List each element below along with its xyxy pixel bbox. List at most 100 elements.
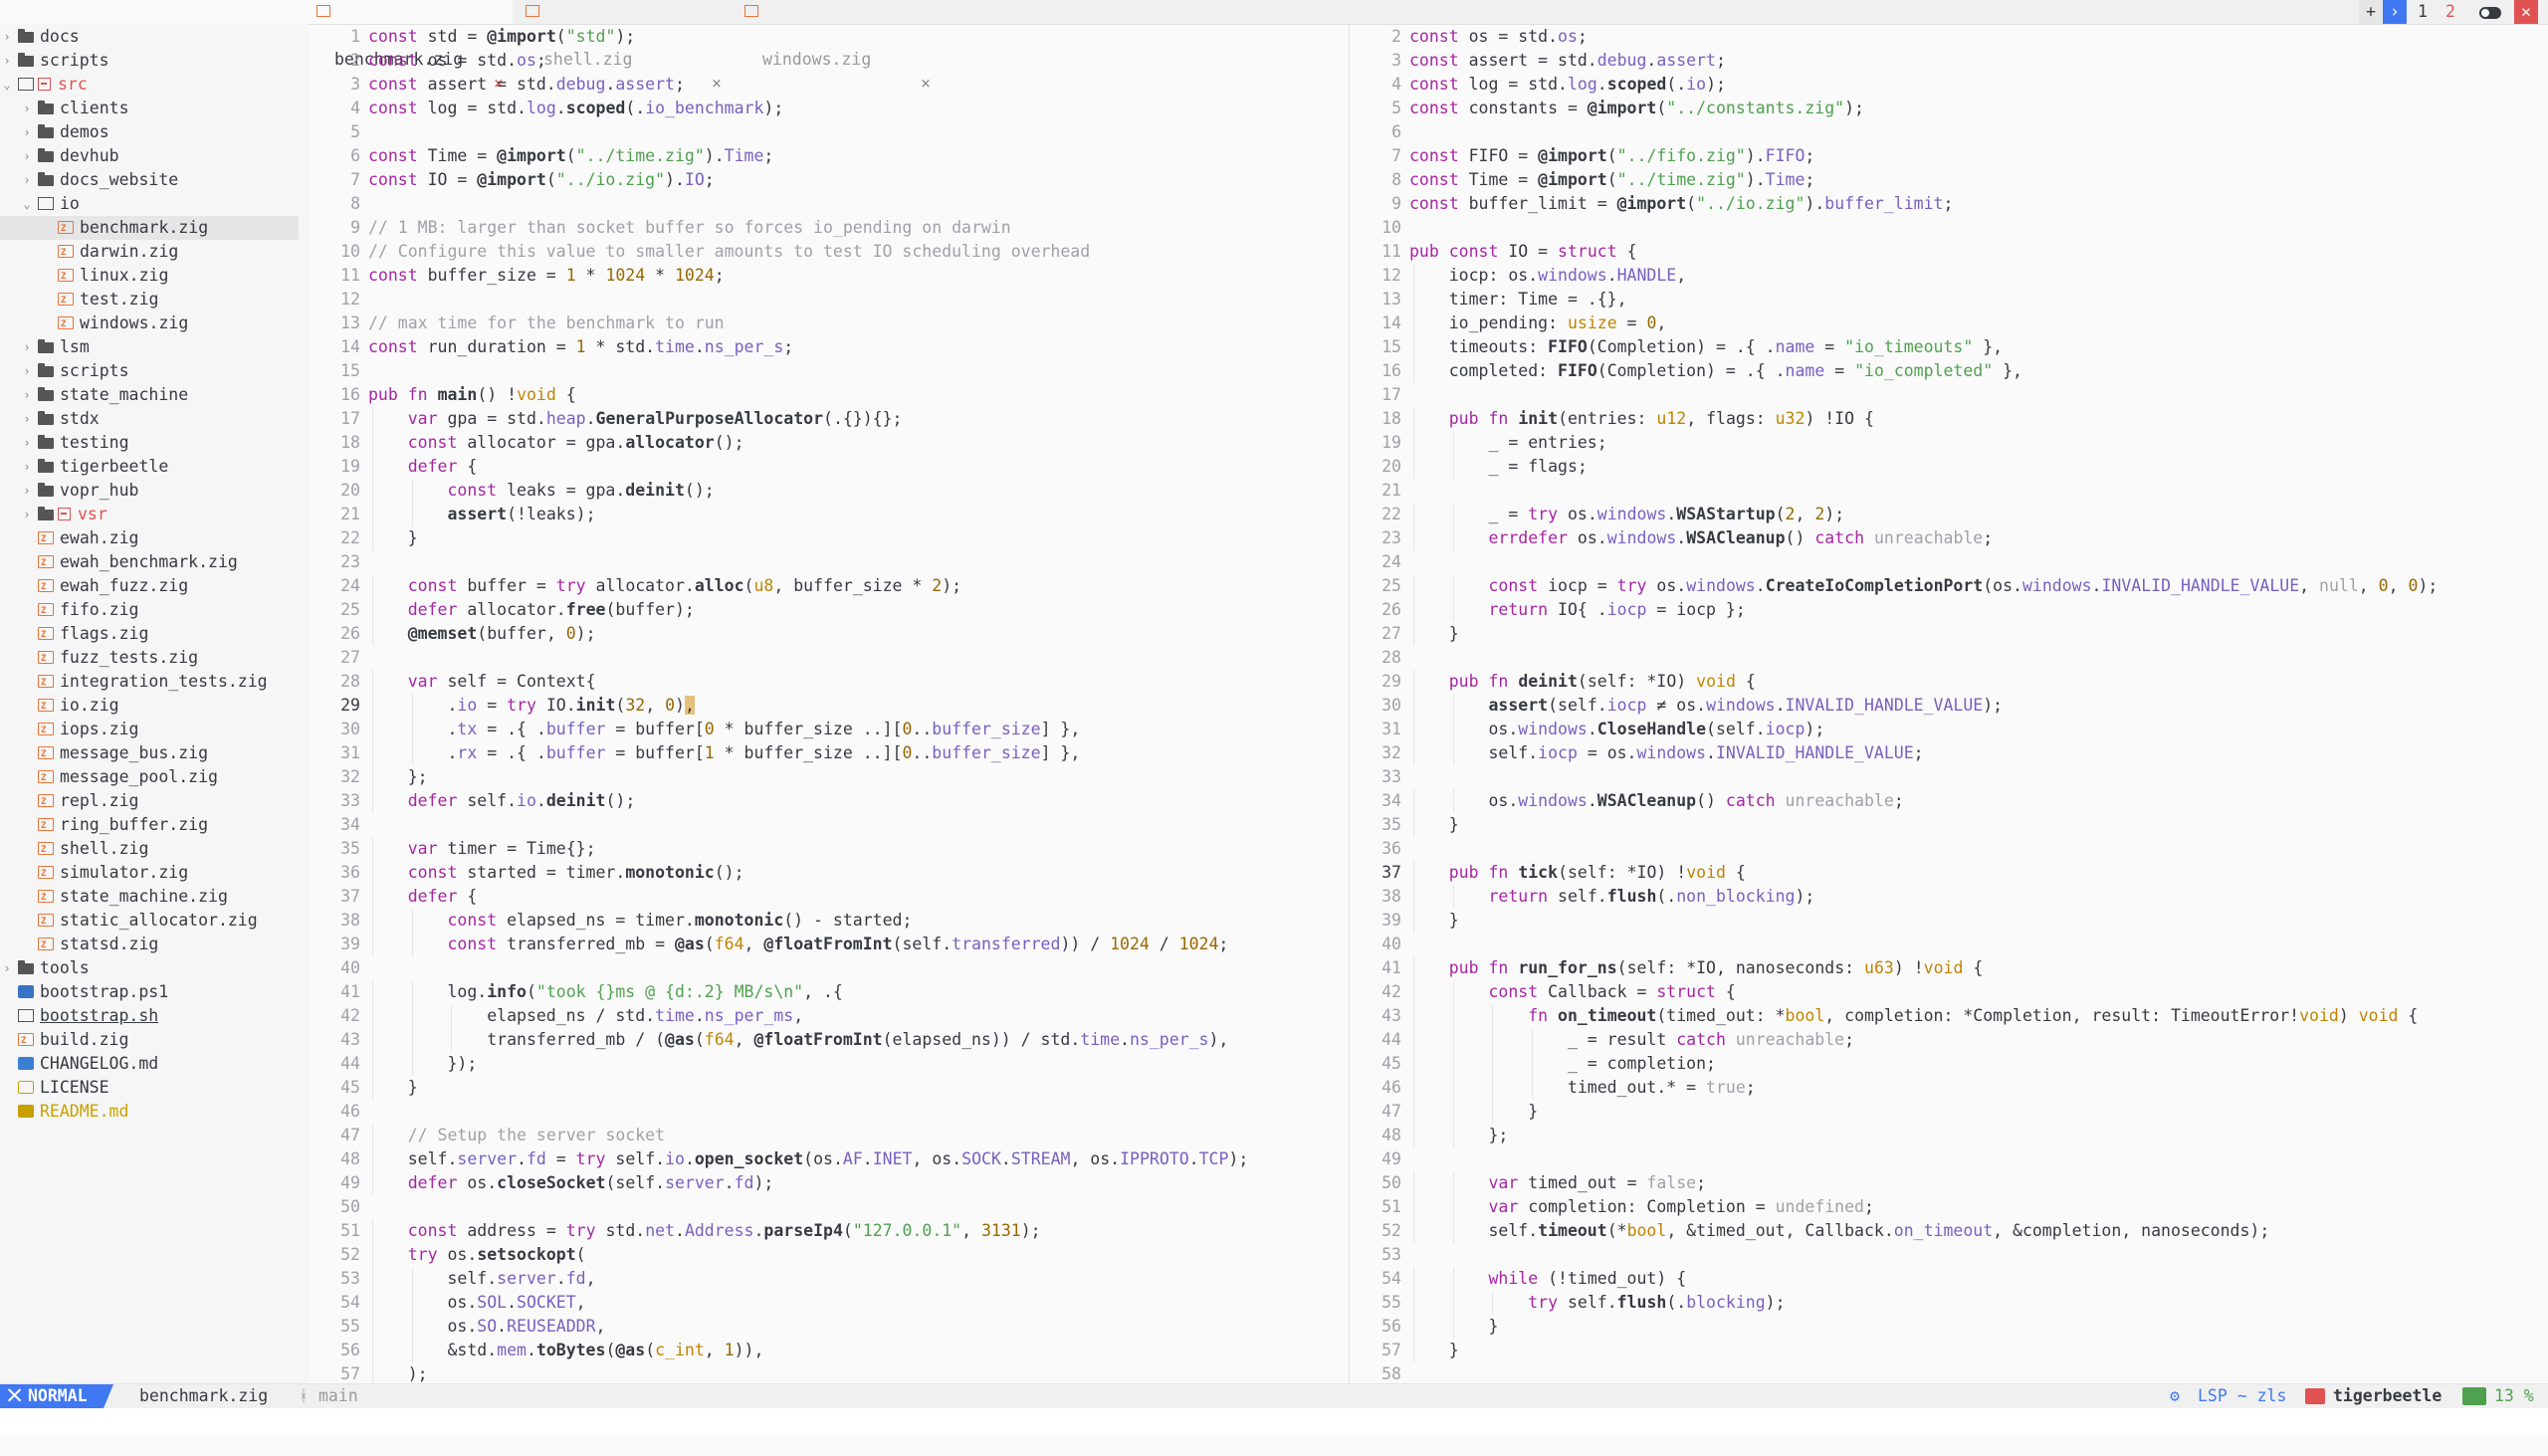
- code-line[interactable]: 55 try self.flush(.blocking);: [1350, 1291, 2548, 1315]
- code-line[interactable]: 13 timer: Time = .{},: [1350, 288, 2548, 312]
- code-line[interactable]: 58: [1350, 1362, 2548, 1383]
- theme-toggle-icon[interactable]: [2470, 0, 2510, 24]
- editor-pane-right[interactable]: 2 const os = std.os; 3 const assert = std.d…: [1350, 24, 2548, 1383]
- chevron-right-icon[interactable]: ›: [20, 120, 34, 144]
- tree-file[interactable]: ewah_benchmark.zig: [0, 550, 299, 575]
- code-line[interactable]: 49: [1350, 1147, 2548, 1171]
- tree-folder[interactable]: › state_machine: [0, 383, 299, 407]
- tree-folder[interactable]: › lsm: [0, 335, 299, 359]
- code-line[interactable]: 28: [1350, 646, 2548, 670]
- code-line[interactable]: 52 self.timeout(*bool, &timed_out, Callb…: [1350, 1219, 2548, 1243]
- chevron-right-icon[interactable]: ›: [20, 97, 34, 120]
- code-line[interactable]: 15: [309, 359, 1349, 383]
- code-line[interactable]: 45 }: [309, 1076, 1349, 1100]
- tree-folder[interactable]: › docs: [0, 25, 299, 49]
- code-line[interactable]: 25 const iocp = try os.windows.CreateIoC…: [1350, 574, 2548, 598]
- tree-file[interactable]: benchmark.zig: [0, 216, 299, 241]
- code-line[interactable]: 36: [1350, 837, 2548, 861]
- code-line[interactable]: 2 const os = std.os;: [1350, 25, 2548, 49]
- code-line[interactable]: 27 }: [1350, 622, 2548, 646]
- code-line[interactable]: 11 const buffer_size = 1 * 1024 * 1024;: [309, 264, 1349, 288]
- code-line[interactable]: 8 const Time = @import("../time.zig").Tim…: [1350, 168, 2548, 192]
- code-line[interactable]: 50 var timed_out = false;: [1350, 1171, 2548, 1195]
- tree-folder[interactable]: › docs_website: [0, 168, 299, 192]
- code-line[interactable]: 29 .io = try IO.init(32, 0),: [309, 694, 1349, 718]
- code-line[interactable]: 12 iocp: os.windows.HANDLE,: [1350, 264, 2548, 288]
- code-line[interactable]: 42 const Callback = struct {: [1350, 980, 2548, 1004]
- code-line[interactable]: 43 transferred_mb / (@as(f64, @floatFrom…: [309, 1028, 1349, 1052]
- code-line[interactable]: 31 .rx = .{ .buffer = buffer[1 * buffer_…: [309, 741, 1349, 765]
- code-line[interactable]: 31 os.windows.CloseHandle(self.iocp);: [1350, 718, 2548, 741]
- code-line[interactable]: 40: [1350, 933, 2548, 956]
- code-line[interactable]: 38 const elapsed_ns = timer.monotonic() …: [309, 909, 1349, 933]
- code-line[interactable]: 7 const IO = @import("../io.zig").IO;: [309, 168, 1349, 192]
- code-line[interactable]: 14 io_pending: usize = 0,: [1350, 312, 2548, 335]
- code-line[interactable]: 7 const FIFO = @import("../fifo.zig").FIF…: [1350, 144, 2548, 168]
- code-line[interactable]: 21 assert(!leaks);: [309, 503, 1349, 526]
- code-line[interactable]: 35 var timer = Time{};: [309, 837, 1349, 861]
- code-line[interactable]: 24: [1350, 550, 2548, 574]
- code-line[interactable]: 12: [309, 288, 1349, 312]
- code-line[interactable]: 57 );: [309, 1362, 1349, 1383]
- code-line[interactable]: 34: [309, 813, 1349, 837]
- code-line[interactable]: 16 completed: FIFO(Completion) = .{ .nam…: [1350, 359, 2548, 383]
- chevron-right-icon[interactable]: ›: [20, 359, 34, 383]
- code-line[interactable]: 54 os.SOL.SOCKET,: [309, 1291, 1349, 1315]
- code-line[interactable]: 49 defer os.closeSocket(self.server.fd);: [309, 1171, 1349, 1195]
- tree-folder[interactable]: › stdx: [0, 407, 299, 431]
- code-line[interactable]: 48 self.server.fd = try self.io.open_soc…: [309, 1147, 1349, 1171]
- chevron-right-icon[interactable]: ›: [20, 479, 34, 503]
- code-line[interactable]: 25 defer allocator.free(buffer);: [309, 598, 1349, 622]
- tree-file[interactable]: bootstrap.ps1: [0, 980, 299, 1004]
- code-line[interactable]: 29 pub fn deinit(self: *IO) void {: [1350, 670, 2548, 694]
- code-line[interactable]: 3 const assert = std.debug.assert;: [309, 73, 1349, 97]
- tree-folder[interactable]: › devhub: [0, 144, 299, 168]
- code-line[interactable]: 41 log.info("took {}ms @ {d:.2} MB/s\n",…: [309, 980, 1349, 1004]
- code-line[interactable]: 50: [309, 1195, 1349, 1219]
- code-line[interactable]: 39 const transferred_mb = @as(f64, @floa…: [309, 933, 1349, 956]
- tree-folder[interactable]: › demos: [0, 120, 299, 144]
- code-line[interactable]: 20 const leaks = gpa.deinit();: [309, 479, 1349, 503]
- code-line[interactable]: 34 os.windows.WSACleanup() catch unreach…: [1350, 789, 2548, 813]
- code-line[interactable]: 37 pub fn tick(self: *IO) !void {: [1350, 861, 2548, 885]
- code-line[interactable]: 26 return IO{ .iocp = iocp };: [1350, 598, 2548, 622]
- code-line[interactable]: 55 os.SO.REUSEADDR,: [309, 1315, 1349, 1339]
- code-line[interactable]: 10 // Configure this value to smaller amo…: [309, 240, 1349, 264]
- tree-file[interactable]: repl.zig: [0, 789, 299, 814]
- code-line[interactable]: 22 _ = try os.windows.WSAStartup(2, 2);: [1350, 503, 2548, 526]
- code-line[interactable]: 10: [1350, 216, 2548, 240]
- code-line[interactable]: 53 self.server.fd,: [309, 1267, 1349, 1291]
- code-line[interactable]: 51 const address = try std.net.Address.p…: [309, 1219, 1349, 1243]
- code-line[interactable]: 42 elapsed_ns / std.time.ns_per_ms,: [309, 1004, 1349, 1028]
- tree-file[interactable]: statsd.zig: [0, 933, 299, 957]
- code-line[interactable]: 18 const allocator = gpa.allocator();: [309, 431, 1349, 455]
- tree-file[interactable]: linux.zig: [0, 264, 299, 289]
- tree-file[interactable]: fuzz_tests.zig: [0, 646, 299, 671]
- pane-2-indicator[interactable]: 2: [2439, 0, 2462, 24]
- chevron-right-icon[interactable]: ›: [20, 431, 34, 455]
- code-line[interactable]: 56 }: [1350, 1315, 2548, 1339]
- code-line[interactable]: 28 var self = Context{: [309, 670, 1349, 694]
- tree-folder[interactable]: › tools: [0, 956, 299, 980]
- chevron-right-icon[interactable]: ›: [20, 335, 34, 359]
- code-line[interactable]: 17 var gpa = std.heap.GeneralPurposeAllo…: [309, 407, 1349, 431]
- code-line[interactable]: 9 // 1 MB: larger than socket buffer so f…: [309, 216, 1349, 240]
- code-line[interactable]: 6: [1350, 120, 2548, 144]
- code-line[interactable]: 39 }: [1350, 909, 2548, 933]
- tree-file[interactable]: darwin.zig: [0, 240, 299, 265]
- tree-folder[interactable]: › testing: [0, 431, 299, 455]
- code-line[interactable]: 26 @memset(buffer, 0);: [309, 622, 1349, 646]
- tree-folder[interactable]: ⌄ src: [0, 73, 299, 97]
- code-line[interactable]: 54 while (!timed_out) {: [1350, 1267, 2548, 1291]
- next-tab-button[interactable]: ›: [2383, 0, 2407, 24]
- lsp-status[interactable]: LSP ~ zls: [2198, 1384, 2286, 1408]
- chevron-right-icon[interactable]: ›: [0, 956, 14, 980]
- tree-folder[interactable]: › vsr: [0, 503, 299, 526]
- tree-file[interactable]: integration_tests.zig: [0, 670, 299, 695]
- tree-folder[interactable]: › clients: [0, 97, 299, 120]
- code-line[interactable]: 44 });: [309, 1052, 1349, 1076]
- tree-file[interactable]: ring_buffer.zig: [0, 813, 299, 838]
- tree-file[interactable]: io.zig: [0, 694, 299, 719]
- code-line[interactable]: 11 pub const IO = struct {: [1350, 240, 2548, 264]
- code-line[interactable]: 36 const started = timer.monotonic();: [309, 861, 1349, 885]
